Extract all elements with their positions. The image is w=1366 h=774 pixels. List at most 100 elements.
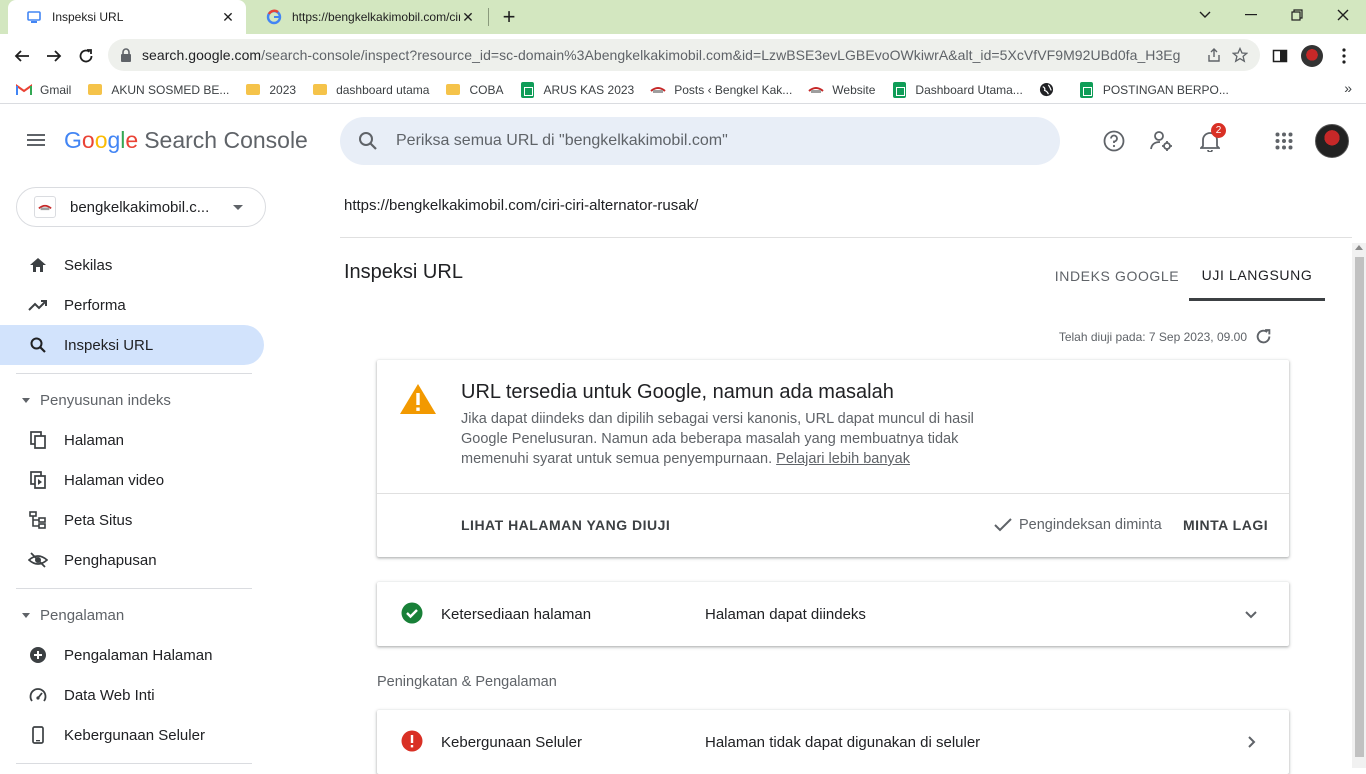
chevron-right-icon[interactable]: [1239, 730, 1263, 754]
bookmark-label: Gmail: [40, 82, 72, 97]
bookmark-sheet[interactable]: Dashboard Utama...: [885, 78, 1028, 102]
apps-grid-icon[interactable]: [1268, 125, 1300, 157]
sidebar-item-label: Sekilas: [64, 256, 113, 274]
profile-avatar[interactable]: [1298, 42, 1326, 70]
search-input[interactable]: [396, 132, 1016, 150]
sidebar-section-label: Pengalaman: [40, 606, 125, 624]
new-tab-button[interactable]: +: [496, 4, 522, 30]
close-window-button[interactable]: [1320, 0, 1366, 30]
logo-letter: g: [107, 127, 121, 153]
availability-value: Halaman dapat diindeks: [705, 606, 866, 623]
sidebar-item-sitemaps[interactable]: Peta Situs: [0, 500, 264, 540]
sidebar-item-label: Halaman video: [64, 471, 165, 489]
bookmark-sheet[interactable]: ARUS KAS 2023: [514, 78, 641, 102]
sidebar-item-url-inspection[interactable]: Inspeksi URL: [0, 325, 264, 365]
bookmark-folder[interactable]: 2023: [239, 78, 302, 102]
chevron-down-icon[interactable]: [1239, 602, 1263, 626]
sidebar-item-removals[interactable]: Penghapusan: [0, 540, 264, 580]
bookmark-folder[interactable]: COBA: [439, 78, 509, 102]
url-path: /search-console/inspect?resource_id=sc-d…: [261, 47, 1181, 63]
search-icon: [358, 131, 378, 151]
mobile-usability-row[interactable]: Kebergunaan Seluler Halaman tidak dapat …: [377, 710, 1289, 774]
url-text[interactable]: search.google.com/search-console/inspect…: [142, 47, 1196, 63]
bookmark-label: COBA: [469, 82, 504, 97]
enhancements-section-label: Peningkatan & Pengalaman: [377, 674, 557, 690]
removal-icon: [26, 548, 50, 572]
property-name: bengkelkakimobil.c...: [70, 198, 210, 216]
scroll-up-arrow-icon[interactable]: [1355, 245, 1363, 250]
folder-icon: [245, 82, 261, 98]
main-scrollbar[interactable]: [1352, 243, 1366, 768]
bookmark-label: AKUN SOSMED BE...: [111, 82, 230, 97]
share-icon[interactable]: [1206, 47, 1222, 63]
notifications-bell-icon[interactable]: 2: [1194, 123, 1226, 157]
pages-icon: [26, 428, 50, 452]
search-console-logo[interactable]: Google Search Console: [64, 127, 308, 154]
scrollbar-thumb[interactable]: [1355, 257, 1364, 757]
reload-button[interactable]: [72, 42, 100, 70]
gmail-icon: [16, 82, 32, 98]
bookmark-globe[interactable]: [1033, 78, 1069, 102]
minimize-button[interactable]: [1228, 0, 1274, 30]
tested-on-text: Telah diuji pada: 7 Sep 2023, 09.00: [1058, 329, 1247, 344]
sidebar-section-label: Penyusunan indeks: [40, 391, 171, 409]
lock-icon[interactable]: [120, 48, 132, 62]
url-inspect-search[interactable]: [340, 117, 1060, 165]
trending-up-icon: [26, 293, 50, 317]
sidebar-item-core-web-vitals[interactable]: Data Web Inti: [0, 675, 264, 715]
bookmark-label: Posts ‹ Bengkel Kak...: [674, 82, 793, 97]
bookmark-site[interactable]: Website: [802, 78, 881, 102]
sidebar-item-performance[interactable]: Performa: [0, 285, 264, 325]
sidebar-item-pages[interactable]: Halaman: [0, 420, 264, 460]
refresh-icon[interactable]: [1255, 328, 1272, 345]
tab-search-chevron-icon[interactable]: [1182, 0, 1228, 30]
close-tab-icon[interactable]: ✕: [460, 9, 476, 25]
property-selector[interactable]: bengkelkakimobil.c...: [16, 187, 266, 227]
bookmark-sheet[interactable]: POSTINGAN BERPO...: [1073, 78, 1235, 102]
address-bar[interactable]: search.google.com/search-console/inspect…: [108, 39, 1260, 71]
sidebar-item-page-experience[interactable]: Pengalaman Halaman: [0, 635, 264, 675]
browser-tab[interactable]: https://bengkelkakimobil.com/ciri- ✕: [248, 0, 486, 34]
main-menu-button[interactable]: [20, 124, 52, 156]
tested-on-info: Telah diuji pada: 7 Sep 2023, 09.00: [1059, 328, 1272, 345]
globe-icon: [1039, 82, 1055, 98]
sheets-icon: [520, 81, 536, 98]
restore-button[interactable]: [1274, 0, 1320, 30]
sidebar-item-label: Pengalaman Halaman: [64, 646, 213, 664]
bookmark-folder[interactable]: AKUN SOSMED BE...: [81, 78, 235, 102]
sidebar-item-label: Data Web Inti: [64, 686, 155, 704]
bookmark-site[interactable]: Posts ‹ Bengkel Kak...: [644, 78, 798, 102]
status-description: Jika dapat diindeks dan dipilih sebagai …: [461, 409, 1001, 469]
page-availability-row[interactable]: Ketersediaan halaman Halaman dapat diind…: [377, 582, 1289, 646]
tab-live-test[interactable]: UJI LANGSUNG: [1189, 251, 1325, 301]
user-settings-icon[interactable]: [1146, 125, 1178, 157]
close-tab-icon[interactable]: ✕: [220, 9, 236, 25]
sidebar-section-indexing[interactable]: Penyusunan indeks: [0, 380, 264, 420]
bookmark-gmail[interactable]: Gmail: [10, 78, 77, 102]
bookmark-label: POSTINGAN BERPO...: [1102, 82, 1229, 97]
side-panel-icon[interactable]: [1266, 42, 1294, 70]
back-button[interactable]: [8, 42, 36, 70]
sidebar-item-overview[interactable]: Sekilas: [0, 245, 264, 285]
sidebar-section-experience[interactable]: Pengalaman: [0, 595, 264, 635]
bookmark-folder[interactable]: dashboard utama: [306, 78, 435, 102]
request-again-button[interactable]: MINTA LAGI: [1183, 517, 1268, 533]
browser-menu-icon[interactable]: [1330, 42, 1358, 70]
help-icon[interactable]: [1098, 125, 1130, 157]
account-avatar[interactable]: [1315, 124, 1349, 158]
sidebar-item-video-pages[interactable]: Halaman video: [0, 460, 264, 500]
caret-down-icon: [22, 397, 30, 403]
view-tested-page-button[interactable]: LIHAT HALAMAN YANG DIUJI: [461, 517, 670, 533]
more-bookmarks-icon[interactable]: »: [1344, 80, 1352, 96]
app-header: GoogleSearch Console 2: [0, 105, 1366, 175]
sitemap-icon: [26, 508, 50, 532]
forward-button[interactable]: [40, 42, 68, 70]
learn-more-link[interactable]: Pelajari lebih banyak: [776, 451, 910, 467]
bookmark-star-icon[interactable]: [1232, 47, 1248, 63]
sheets-icon: [891, 81, 907, 98]
sidebar-item-mobile-usability[interactable]: Kebergunaan Seluler: [0, 715, 264, 755]
browser-tab-active[interactable]: Inspeksi URL ✕: [8, 0, 246, 34]
phone-icon: [26, 723, 50, 747]
tab-google-index[interactable]: INDEKS GOOGLE: [1053, 251, 1181, 301]
bookmark-label: dashboard utama: [336, 82, 430, 97]
